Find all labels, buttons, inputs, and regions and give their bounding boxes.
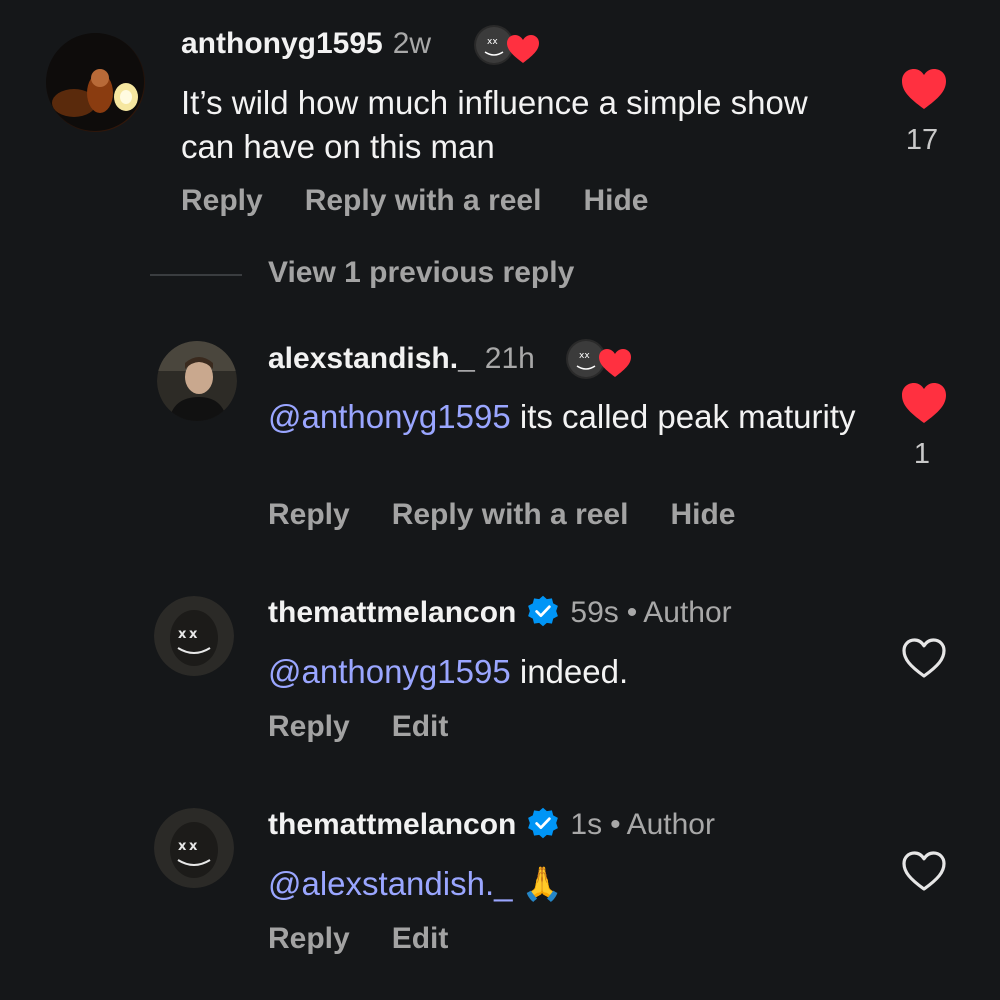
hide-button[interactable]: Hide <box>583 184 648 217</box>
comment-text: It’s wild how much influence a simple sh… <box>181 84 808 165</box>
username[interactable]: themattmelancon <box>268 596 516 629</box>
svg-text:x: x <box>178 627 187 642</box>
reply-button[interactable]: Reply <box>268 710 350 743</box>
reply-with-reel-button[interactable]: Reply with a reel <box>392 498 629 531</box>
comment-text: @anthonyg1595 indeed. <box>268 650 868 694</box>
avatar-alexstandish[interactable] <box>157 341 237 421</box>
mention-link[interactable]: @anthonyg1595 <box>268 398 511 435</box>
comment-body: its called peak maturity <box>510 398 856 435</box>
avatar-themattmelancon[interactable]: x x <box>154 808 234 888</box>
edit-button[interactable]: Edit <box>392 922 449 955</box>
hide-button[interactable]: Hide <box>670 498 735 531</box>
svg-text:xx: xx <box>487 37 498 47</box>
comment-time: 59s <box>570 596 619 629</box>
comments-panel: anthonyg1595 2w xx It’s wild how much inf… <box>0 0 1000 1000</box>
mention-link[interactable]: @anthonyg1595 <box>268 653 511 690</box>
separator-dot: • <box>610 808 621 841</box>
username[interactable]: themattmelancon <box>268 808 516 841</box>
username[interactable]: anthonyg1595 <box>181 27 383 60</box>
like-count: 17 <box>905 124 939 156</box>
comment-time: 21h <box>484 342 535 375</box>
comment-header: alexstandish._ 21h <box>268 342 535 376</box>
comment-actions: Reply Reply with a reel Hide <box>268 498 777 532</box>
creator-liked-icon: xx <box>565 338 633 380</box>
creator-liked-icon: xx <box>473 24 541 66</box>
comment-header: themattmelancon 1s • Author <box>268 806 715 842</box>
username[interactable]: alexstandish._ <box>268 342 475 375</box>
author-label: Author <box>626 808 715 841</box>
comment-actions: Reply Edit <box>268 710 490 744</box>
comment-header: themattmelancon 59s • Author <box>268 594 732 630</box>
comment-actions: Reply Edit <box>268 922 490 956</box>
comment-text: @anthonyg1595 its called peak maturity <box>268 395 868 439</box>
reply-button[interactable]: Reply <box>268 498 350 531</box>
comment-time: 1s <box>570 808 603 841</box>
author-label: Author <box>643 596 732 629</box>
like-heart-icon[interactable] <box>901 68 947 110</box>
comment-actions: Reply Reply with a reel Hide <box>181 184 690 218</box>
comment-time: 2w <box>392 27 432 60</box>
view-previous-replies-button[interactable]: View 1 previous reply <box>268 256 574 290</box>
separator-dot: • <box>626 596 638 629</box>
like-heart-outline-icon[interactable] <box>901 850 947 892</box>
svg-text:x: x <box>178 839 187 854</box>
verified-badge-icon <box>528 807 559 839</box>
avatar-themattmelancon[interactable]: x x <box>154 596 234 676</box>
svg-text:xx: xx <box>579 351 590 361</box>
like-heart-icon[interactable] <box>901 382 947 424</box>
reply-button[interactable]: Reply <box>181 184 263 217</box>
reply-button[interactable]: Reply <box>268 922 350 955</box>
thread-divider <box>150 274 242 276</box>
svg-text:x: x <box>189 839 198 854</box>
avatar-anthonyg1595[interactable] <box>46 33 145 132</box>
like-heart-outline-icon[interactable] <box>901 637 947 679</box>
reply-with-reel-button[interactable]: Reply with a reel <box>305 184 542 217</box>
comment-header: anthonyg1595 2w <box>181 27 431 61</box>
like-count: 1 <box>913 438 931 470</box>
edit-button[interactable]: Edit <box>392 710 449 743</box>
mention-link[interactable]: @alexstandish._ <box>268 865 512 902</box>
svg-text:x: x <box>189 627 198 642</box>
verified-badge-icon <box>528 595 559 627</box>
comment-body: 🙏 <box>512 865 563 902</box>
comment-body: indeed. <box>510 653 629 690</box>
comment-text: @alexstandish._ 🙏 <box>268 862 868 906</box>
